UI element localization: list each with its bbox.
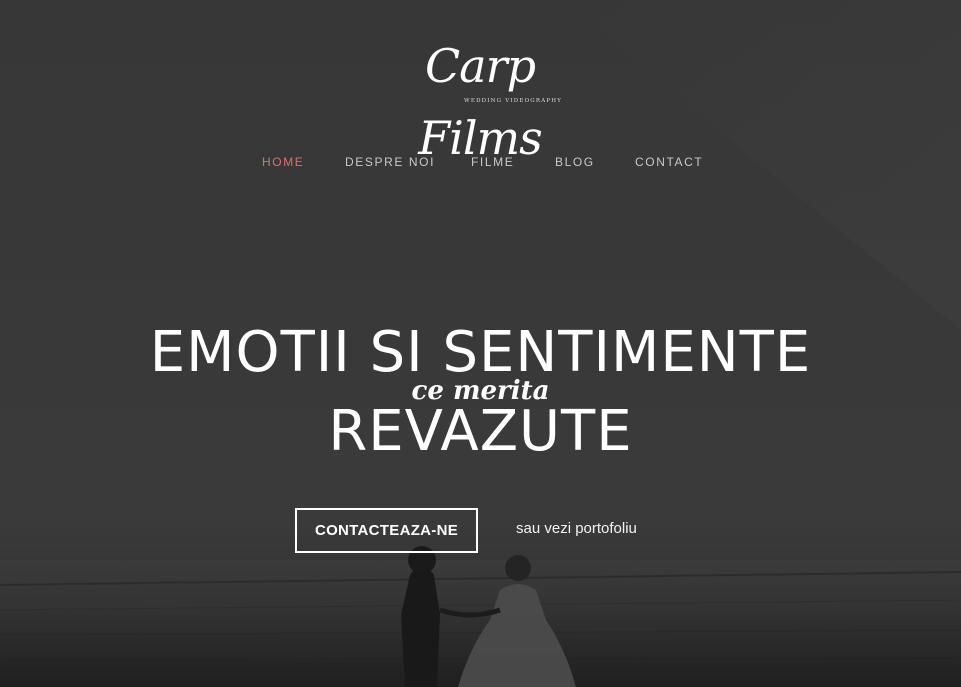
hero-headline-line3: REVAZUTE (328, 399, 633, 464)
nav-item-despre-noi[interactable]: DESPRE NOI (345, 152, 435, 172)
portfolio-link[interactable]: sau vezi portofoliu (516, 519, 637, 539)
nav-item-blog[interactable]: BLOG (555, 152, 595, 172)
logo-tagline: WEDDING VIDEOGRAPHY (464, 98, 563, 104)
nav-item-filme[interactable]: FILME (471, 152, 514, 172)
nav-item-home[interactable]: HOME (262, 152, 304, 172)
nav-item-contact[interactable]: CONTACT (635, 152, 703, 172)
logo[interactable]: Carp Films WEDDING VIDEOGRAPHY (380, 30, 580, 165)
hero-section: Carp Films WEDDING VIDEOGRAPHY HOME DESP… (0, 0, 961, 687)
contact-button[interactable]: CONTACTEAZA-NE (295, 508, 478, 553)
couple-silhouette (401, 546, 576, 687)
main-nav: HOME DESPRE NOI FILME BLOG CONTACT (0, 152, 961, 172)
